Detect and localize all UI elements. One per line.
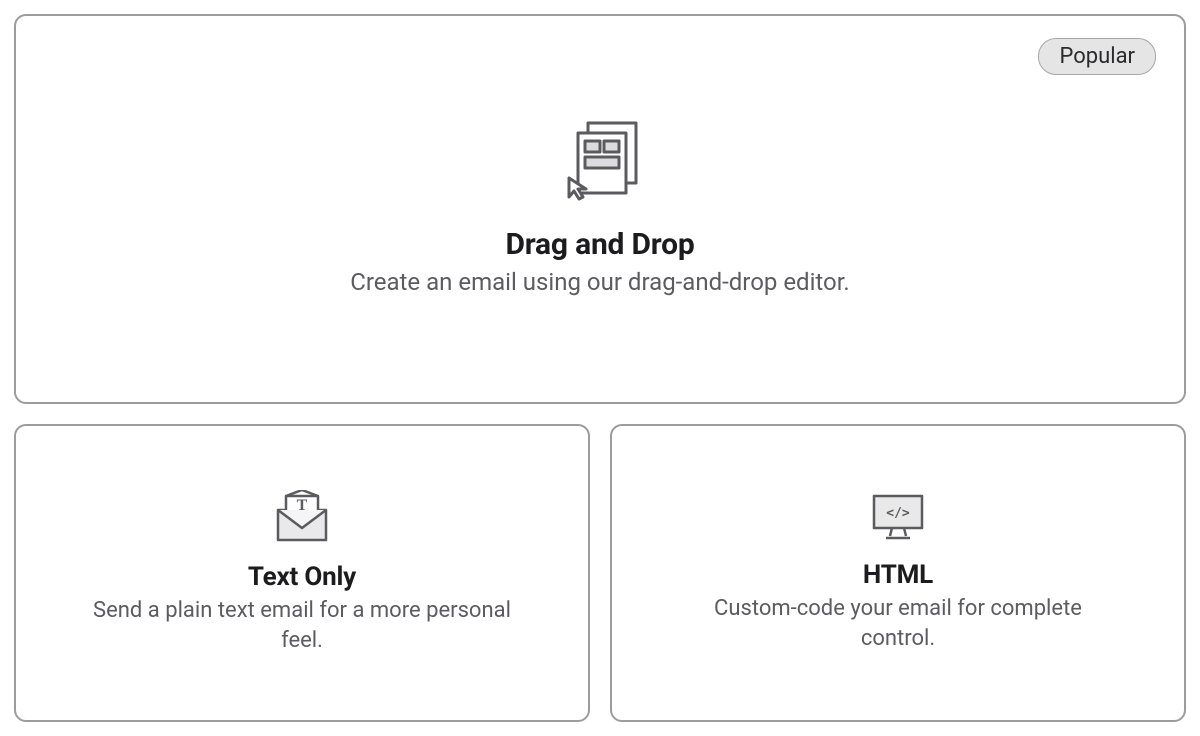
card-subtitle: Send a plain text email for a more perso… <box>92 596 512 655</box>
code-monitor-icon: </> <box>870 492 926 542</box>
card-subtitle: Custom-code your email for complete cont… <box>688 594 1108 653</box>
card-title: Text Only <box>248 562 356 592</box>
card-subtitle: Create an email using our drag-and-drop … <box>350 266 850 298</box>
text-envelope-icon: T <box>272 490 332 544</box>
card-title: Drag and Drop <box>505 227 694 262</box>
card-html[interactable]: </> HTML Custom-code your email for comp… <box>610 424 1186 722</box>
card-title: HTML <box>863 560 933 590</box>
svg-text:</>: </> <box>886 506 910 521</box>
card-text-only[interactable]: T Text Only Send a plain text email for … <box>14 424 590 722</box>
drag-drop-editor-icon <box>558 119 642 201</box>
popular-badge: Popular <box>1038 38 1156 75</box>
svg-text:T: T <box>297 497 308 514</box>
card-drag-and-drop[interactable]: Popular Drag and Drop Create an email us… <box>14 14 1186 404</box>
